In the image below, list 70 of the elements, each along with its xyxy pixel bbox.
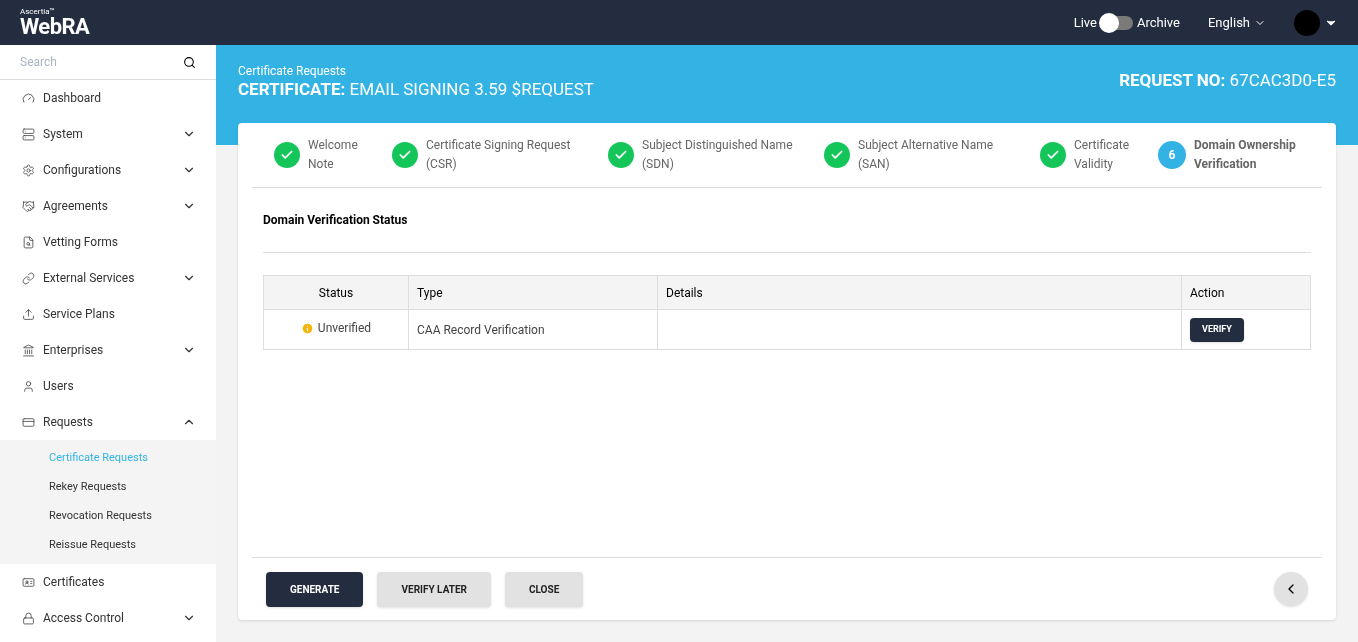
sidebar-label: External Services — [43, 270, 135, 287]
sidebar-item[interactable]: External Services — [0, 260, 216, 296]
sidebar-label: Enterprises — [43, 342, 104, 359]
submenu-item[interactable]: Reissue Requests — [0, 531, 216, 560]
submenu-item[interactable]: Rekey Requests — [0, 473, 216, 502]
sidebar-item[interactable]: Agreements — [0, 188, 216, 224]
request-number: REQUEST NO: 67CAC3D0-E5 — [1119, 69, 1336, 92]
brand-logo: WebRA — [20, 15, 90, 38]
sidebar-label: System — [43, 126, 83, 143]
submenu-item[interactable]: Revocation Requests — [0, 502, 216, 531]
handshake-icon — [22, 199, 35, 213]
step-label[interactable]: Subject Alternative Name (SAN) — [858, 136, 1018, 174]
page-title: CERTIFICATE: EMAIL SIGNING 3.59 $REQUEST — [238, 79, 594, 101]
sidebar-label: Certificates — [43, 574, 105, 591]
action-button[interactable]: VERIFY LATER — [377, 571, 491, 607]
toggle-label: Archive — [1136, 13, 1180, 32]
sidebar-item[interactable]: Vetting Forms — [0, 224, 216, 260]
action-button[interactable]: CLOSE — [505, 571, 584, 607]
sidebar-label: Requests — [43, 414, 93, 431]
sidebar-item[interactable]: System — [0, 116, 216, 152]
step-label[interactable]: Welcome Note — [308, 136, 370, 174]
action-button[interactable]: GENERATE — [266, 571, 364, 607]
search-icon[interactable] — [183, 55, 196, 69]
settings-icon — [22, 163, 35, 177]
column-header: Type — [408, 275, 658, 310]
sidebar-label: Agreements — [43, 198, 108, 215]
document-icon — [22, 235, 35, 249]
link-icon — [22, 271, 35, 285]
step-label[interactable]: Domain Ownership Verification — [1194, 136, 1314, 174]
table-cell: CAA Record Verification — [408, 309, 658, 350]
card-icon — [22, 415, 35, 429]
step-label[interactable]: Subject Distinguished Name (SDN) — [642, 136, 802, 174]
sidebar-label: Dashboard — [43, 90, 102, 107]
sidebar-item[interactable]: Requests — [0, 404, 216, 440]
search-field[interactable]: Search — [20, 53, 183, 71]
sidebar-item[interactable]: Access Control — [0, 600, 216, 636]
section-title: Domain Verification Status — [263, 188, 1311, 253]
sidebar-label: Users — [43, 378, 74, 395]
id-card-icon — [22, 575, 35, 589]
sidebar-label: Vetting Forms — [43, 234, 118, 251]
breadcrumb: Certificate Requests — [238, 65, 347, 77]
gauge-icon — [22, 91, 35, 105]
column-header: Details — [657, 275, 1182, 310]
server-icon — [22, 127, 35, 141]
sidebar-item[interactable]: Dashboard — [0, 80, 216, 116]
sidebar-item[interactable]: Users — [0, 368, 216, 404]
column-header: Status — [263, 275, 409, 310]
verify-button[interactable]: VERIFY — [1190, 317, 1244, 342]
sidebar-label: Service Plans — [43, 306, 115, 323]
toggle-label: Live — [1073, 13, 1097, 32]
step-label[interactable]: Certificate Validity — [1074, 136, 1136, 174]
language-dropdown[interactable]: English — [1207, 12, 1266, 33]
step-label[interactable]: Certificate Signing Request (CSR) — [426, 136, 586, 174]
sidebar-label: Configurations — [43, 162, 122, 179]
sidebar-item[interactable]: Service Plans — [0, 296, 216, 332]
info-icon — [300, 321, 314, 335]
sidebar-label: Access Control — [43, 610, 125, 627]
user-icon — [22, 379, 35, 393]
upload-icon — [22, 307, 35, 321]
mode-toggle[interactable] — [1100, 15, 1133, 30]
column-header: Action — [1181, 275, 1311, 310]
sidebar-item[interactable]: Enterprises — [0, 332, 216, 368]
brand-caption: Ascertia™ — [20, 7, 56, 16]
back-button[interactable] — [1274, 572, 1308, 606]
status-text: Unverified — [317, 320, 372, 338]
step-number: 6 — [1158, 141, 1186, 169]
bank-icon — [22, 343, 35, 357]
lock-icon — [22, 611, 35, 625]
sidebar-item[interactable]: Configurations — [0, 152, 216, 188]
sidebar-item[interactable]: Certificates — [0, 564, 216, 600]
